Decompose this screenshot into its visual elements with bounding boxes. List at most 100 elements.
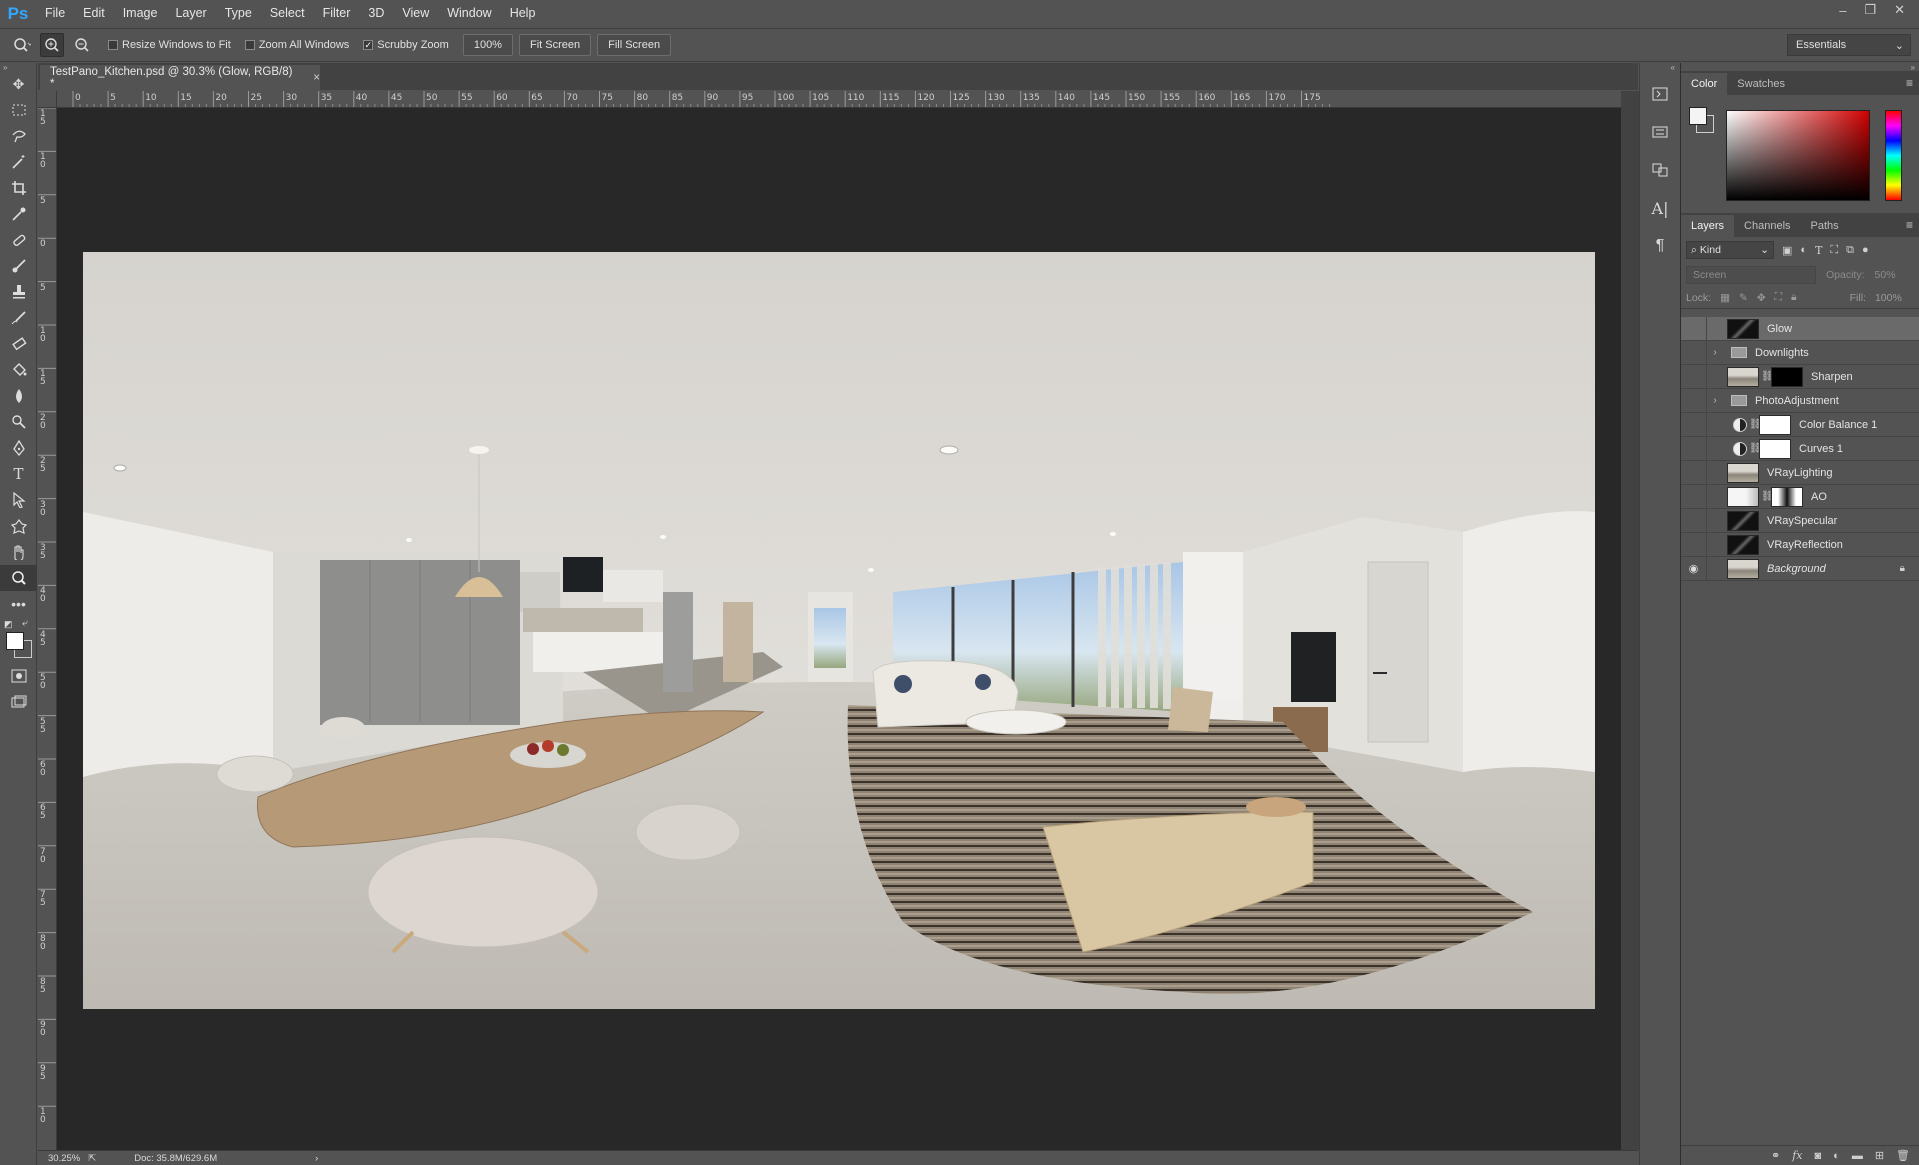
- link-icon[interactable]: ⛓: [1761, 371, 1774, 382]
- layer-row[interactable]: Glow: [1681, 316, 1919, 341]
- vertical-scrollbar[interactable]: [1621, 91, 1639, 1150]
- mask-thumbnail[interactable]: [1771, 486, 1803, 507]
- visibility-toggle[interactable]: [1681, 388, 1707, 413]
- layer-row[interactable]: VRaySpecular: [1681, 508, 1919, 533]
- tab-layers[interactable]: Layers: [1681, 215, 1735, 237]
- layer-row[interactable]: › Downlights: [1681, 340, 1919, 365]
- zoom-all-windows-checkbox[interactable]: Zoom All Windows: [244, 39, 349, 51]
- path-selection-tool-icon[interactable]: [0, 487, 37, 513]
- document-tab[interactable]: TestPano_Kitchen.psd @ 30.3% (Glow, RGB/…: [40, 65, 320, 90]
- visibility-toggle[interactable]: [1681, 460, 1707, 485]
- layer-thumbnail[interactable]: [1727, 318, 1759, 339]
- zoom-percent-button[interactable]: 100%: [462, 34, 513, 56]
- share-icon[interactable]: ⇱: [88, 1153, 96, 1164]
- layer-row[interactable]: ⛓ AO: [1681, 484, 1919, 509]
- move-tool-icon[interactable]: ✥: [0, 71, 37, 97]
- kind-filter-select[interactable]: ⌕ Kind ⌄: [1686, 241, 1774, 259]
- layer-row[interactable]: › PhotoAdjustment: [1681, 388, 1919, 413]
- more-tools-icon[interactable]: •••: [0, 591, 37, 617]
- lock-icon[interactable]: 🔒︎: [1900, 563, 1905, 574]
- type-filter-icon[interactable]: T: [1815, 244, 1822, 257]
- new-adjustment-icon[interactable]: ◐: [1833, 1150, 1840, 1162]
- pen-tool-icon[interactable]: [0, 435, 37, 461]
- mask-thumbnail[interactable]: [1759, 438, 1791, 459]
- paragraph-panel-icon[interactable]: ¶: [1640, 227, 1680, 265]
- visibility-toggle[interactable]: [1681, 364, 1707, 389]
- smart-object-filter-icon[interactable]: ⧉: [1846, 244, 1854, 257]
- visibility-toggle[interactable]: [1681, 340, 1707, 365]
- foreground-color-swatch[interactable]: [6, 632, 24, 650]
- blur-tool-icon[interactable]: [0, 383, 37, 409]
- saturation-brightness-field[interactable]: [1726, 110, 1870, 201]
- layer-name[interactable]: Downlights: [1755, 347, 1809, 359]
- new-layer-icon[interactable]: ⊞: [1875, 1149, 1884, 1162]
- menu-3d[interactable]: 3D: [359, 0, 393, 27]
- lock-transparent-icon[interactable]: ▦: [1720, 292, 1730, 304]
- menu-layer[interactable]: Layer: [166, 0, 215, 27]
- clone-stamp-tool-icon[interactable]: [0, 279, 37, 305]
- history-panel-icon[interactable]: [1640, 75, 1680, 113]
- menu-view[interactable]: View: [393, 0, 438, 27]
- tab-swatches[interactable]: Swatches: [1727, 73, 1795, 95]
- link-icon[interactable]: ⛓: [1749, 419, 1762, 430]
- menu-edit[interactable]: Edit: [74, 0, 114, 27]
- close-icon[interactable]: ✕: [1894, 2, 1905, 18]
- layer-thumbnail[interactable]: [1727, 486, 1759, 507]
- hue-slider[interactable]: [1885, 110, 1902, 201]
- collapse-strip-icon[interactable]: «: [1640, 63, 1679, 75]
- menu-window[interactable]: Window: [438, 0, 500, 27]
- zoom-out-icon[interactable]: [70, 33, 94, 57]
- properties-panel-icon[interactable]: [1640, 113, 1680, 151]
- brush-tool-icon[interactable]: [0, 253, 37, 279]
- zoom-in-icon[interactable]: [40, 33, 64, 57]
- scrubby-zoom-checkbox[interactable]: ✓ Scrubby Zoom: [363, 39, 449, 51]
- layer-name[interactable]: Background: [1767, 563, 1826, 575]
- lock-all-icon[interactable]: 🔒︎: [1791, 291, 1797, 304]
- blend-mode-select[interactable]: Screen: [1686, 266, 1816, 284]
- visibility-toggle[interactable]: [1681, 484, 1707, 509]
- menu-file[interactable]: File: [36, 0, 74, 27]
- visibility-toggle[interactable]: [1681, 436, 1707, 461]
- status-arrow-icon[interactable]: ›: [315, 1153, 318, 1164]
- ruler-horizontal[interactable]: 0 5 10 15 20 25 30 35 40 45 50 55 60 65 70 75 80 85 90 95 10…: [57, 91, 1621, 108]
- canvas-area[interactable]: [57, 108, 1621, 1150]
- hand-tool-icon[interactable]: [0, 539, 37, 565]
- menu-filter[interactable]: Filter: [314, 0, 360, 27]
- layer-row[interactable]: VRayReflection: [1681, 532, 1919, 557]
- healing-brush-tool-icon[interactable]: [0, 227, 37, 253]
- zoom-tool-icon[interactable]: [0, 565, 37, 591]
- screen-mode-icon[interactable]: [0, 689, 37, 715]
- layer-name[interactable]: VRaySpecular: [1767, 515, 1837, 527]
- close-tab-icon[interactable]: ×: [313, 72, 320, 84]
- fx-icon[interactable]: fx: [1792, 1149, 1802, 1162]
- image-filter-icon[interactable]: ▣: [1782, 244, 1792, 257]
- lock-pixels-icon[interactable]: ✎: [1739, 292, 1748, 304]
- foreground-color-swatch[interactable]: [1689, 107, 1707, 125]
- layer-name[interactable]: VRayLighting: [1767, 467, 1832, 479]
- filter-toggle-icon[interactable]: ●: [1862, 244, 1869, 256]
- crop-tool-icon[interactable]: [0, 175, 37, 201]
- panel-menu-icon[interactable]: ≡: [1906, 76, 1913, 90]
- custom-shape-tool-icon[interactable]: [0, 513, 37, 539]
- link-icon[interactable]: ⛓: [1749, 443, 1762, 454]
- layer-name[interactable]: Color Balance 1: [1799, 419, 1877, 431]
- tab-channels[interactable]: Channels: [1734, 215, 1800, 237]
- default-colors-icon[interactable]: ◩: [4, 619, 13, 630]
- magic-wand-tool-icon[interactable]: [0, 149, 37, 175]
- collapse-dock-icon[interactable]: »: [1681, 63, 1919, 72]
- layer-name[interactable]: AO: [1811, 491, 1827, 503]
- layer-name[interactable]: Curves 1: [1799, 443, 1843, 455]
- fill-value[interactable]: 100%: [1875, 292, 1902, 304]
- eraser-tool-icon[interactable]: [0, 331, 37, 357]
- lasso-tool-icon[interactable]: [0, 123, 37, 149]
- paint-bucket-tool-icon[interactable]: [0, 357, 37, 383]
- mask-thumbnail[interactable]: [1759, 414, 1791, 435]
- layer-row[interactable]: ⛓ Sharpen: [1681, 364, 1919, 389]
- chevron-right-icon[interactable]: ›: [1707, 347, 1723, 358]
- panel-menu-icon[interactable]: ≡: [1906, 218, 1913, 232]
- eye-icon[interactable]: ◉: [1681, 556, 1707, 581]
- visibility-toggle[interactable]: [1681, 532, 1707, 557]
- menu-type[interactable]: Type: [216, 0, 261, 27]
- layer-thumbnail[interactable]: [1727, 462, 1759, 483]
- layer-thumbnail[interactable]: [1727, 558, 1759, 579]
